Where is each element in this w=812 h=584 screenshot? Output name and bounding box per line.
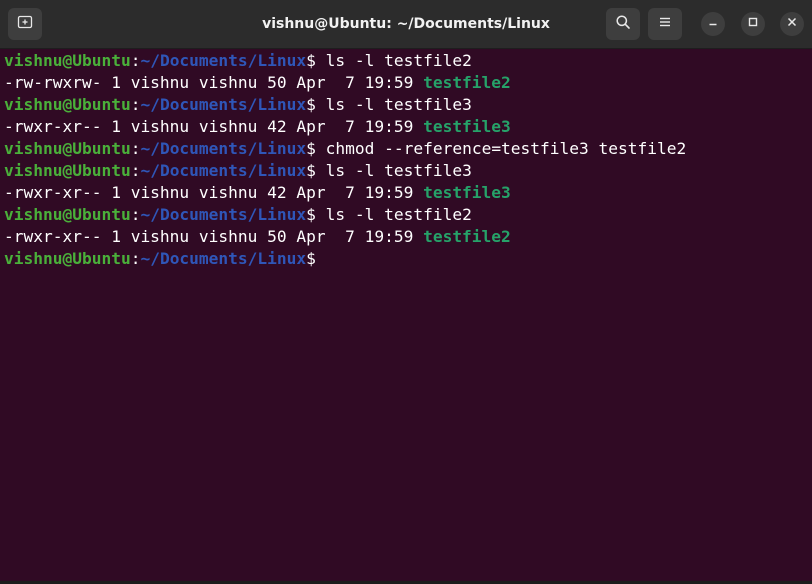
prompt-separator: : <box>130 205 141 224</box>
prompt-separator: : <box>130 161 141 180</box>
prompt-user: vishnu@Ubuntu <box>4 139 131 158</box>
menu-button[interactable] <box>648 8 682 40</box>
prompt-line: vishnu@Ubuntu:~/Documents/Linux$ ls -l t… <box>4 160 808 182</box>
prompt-line: vishnu@Ubuntu:~/Documents/Linux$ chmod -… <box>4 138 808 160</box>
prompt-user: vishnu@Ubuntu <box>4 249 131 268</box>
prompt-line: vishnu@Ubuntu:~/Documents/Linux$ <box>4 248 808 270</box>
prompt-separator: : <box>130 139 141 158</box>
output-line: -rw-rwxrw- 1 vishnu vishnu 50 Apr 7 19:5… <box>4 72 808 94</box>
prompt-sign: $ <box>306 139 316 158</box>
prompt-separator: : <box>130 249 141 268</box>
output-text: -rwxr-xr-- 1 vishnu vishnu 50 Apr 7 19:5… <box>4 227 424 246</box>
prompt-sign: $ <box>306 249 316 268</box>
prompt-path: ~/Documents/Linux <box>140 139 307 158</box>
prompt-sign: $ <box>306 161 316 180</box>
prompt-sign: $ <box>306 51 316 70</box>
prompt-path: ~/Documents/Linux <box>140 249 307 268</box>
minimize-icon <box>707 15 719 33</box>
window-title: vishnu@Ubuntu: ~/Documents/Linux <box>262 16 550 32</box>
prompt-sign: $ <box>306 205 316 224</box>
command-text: ls -l testfile2 <box>315 51 472 70</box>
prompt-separator: : <box>130 95 141 114</box>
prompt-path: ~/Documents/Linux <box>140 161 307 180</box>
prompt-path: ~/Documents/Linux <box>140 95 307 114</box>
prompt-path: ~/Documents/Linux <box>140 205 307 224</box>
new-tab-icon <box>17 14 33 35</box>
command-text: ls -l testfile3 <box>315 95 472 114</box>
prompt-path: ~/Documents/Linux <box>140 51 307 70</box>
prompt-line: vishnu@Ubuntu:~/Documents/Linux$ ls -l t… <box>4 50 808 72</box>
output-text: -rwxr-xr-- 1 vishnu vishnu 42 Apr 7 19:5… <box>4 117 424 136</box>
maximize-icon <box>747 15 759 33</box>
title-bar: vishnu@Ubuntu: ~/Documents/Linux <box>0 0 812 49</box>
file-name: testfile2 <box>423 73 511 92</box>
command-text: chmod --reference=testfile3 testfile2 <box>315 139 687 158</box>
prompt-user: vishnu@Ubuntu <box>4 205 131 224</box>
file-name: testfile2 <box>423 227 511 246</box>
search-button[interactable] <box>606 8 640 40</box>
prompt-line: vishnu@Ubuntu:~/Documents/Linux$ ls -l t… <box>4 204 808 226</box>
prompt-sign: $ <box>306 95 316 114</box>
output-line: -rwxr-xr-- 1 vishnu vishnu 42 Apr 7 19:5… <box>4 182 808 204</box>
hamburger-menu-icon <box>657 14 673 35</box>
prompt-line: vishnu@Ubuntu:~/Documents/Linux$ ls -l t… <box>4 94 808 116</box>
prompt-user: vishnu@Ubuntu <box>4 161 131 180</box>
output-line: -rwxr-xr-- 1 vishnu vishnu 50 Apr 7 19:5… <box>4 226 808 248</box>
prompt-user: vishnu@Ubuntu <box>4 51 131 70</box>
output-text: -rwxr-xr-- 1 vishnu vishnu 42 Apr 7 19:5… <box>4 183 424 202</box>
prompt-separator: : <box>130 51 141 70</box>
scrollbar[interactable] <box>808 50 812 582</box>
search-icon <box>615 14 631 35</box>
terminal-output[interactable]: vishnu@Ubuntu:~/Documents/Linux$ ls -l t… <box>0 50 812 582</box>
maximize-button[interactable] <box>741 12 765 36</box>
command-text: ls -l testfile3 <box>315 161 472 180</box>
new-tab-button[interactable] <box>8 8 42 40</box>
minimize-button[interactable] <box>701 12 725 36</box>
close-icon <box>786 15 798 33</box>
file-name: testfile3 <box>423 117 511 136</box>
close-button[interactable] <box>780 12 804 36</box>
output-text: -rw-rwxrw- 1 vishnu vishnu 50 Apr 7 19:5… <box>4 73 424 92</box>
file-name: testfile3 <box>423 183 511 202</box>
output-line: -rwxr-xr-- 1 vishnu vishnu 42 Apr 7 19:5… <box>4 116 808 138</box>
terminal-window: vishnu@Ubuntu: ~/Documents/Linux vishnu@… <box>0 0 812 584</box>
command-text: ls -l testfile2 <box>315 205 472 224</box>
prompt-user: vishnu@Ubuntu <box>4 95 131 114</box>
